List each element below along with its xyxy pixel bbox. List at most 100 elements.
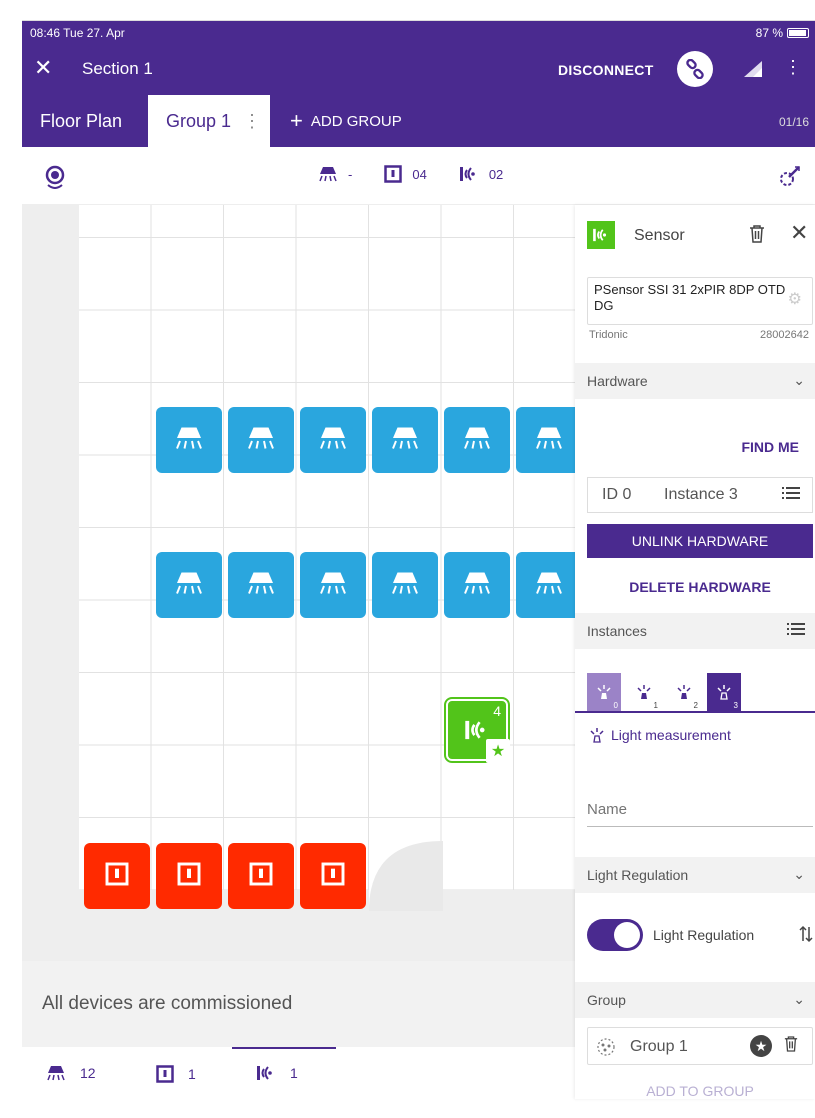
luminaire-tile[interactable] [516,407,575,473]
sensor-icon [257,1066,272,1080]
magic-wand-icon[interactable] [779,165,801,192]
luminaire-tile[interactable] [444,552,510,618]
tab-luminaires[interactable]: 12 [46,1065,96,1081]
star-icon[interactable]: ★ [750,1035,772,1057]
close-panel-icon[interactable]: ✕ [790,221,808,245]
sensor-icon [459,167,475,181]
group-assignment-row[interactable]: Group 1 ★ [587,1027,813,1065]
plus-icon: + [290,108,303,133]
luminaire-icon [319,167,337,182]
light-sensor-icon [637,685,651,699]
add-to-group-button[interactable]: ADD TO GROUP [587,1083,813,1099]
instance-tab-1[interactable]: 1 [627,673,661,711]
luminaire-icon [462,570,492,601]
hardware-id-row[interactable]: ID 0 Instance 3 [587,477,813,513]
luminaire-icon [462,425,492,456]
add-group-button[interactable]: + ADD GROUP [290,95,402,147]
luminaire-tile[interactable] [372,552,438,618]
switch-tile[interactable] [84,843,150,909]
switch-tile[interactable] [156,843,222,909]
sensor-tile[interactable]: 4 ★ [444,697,510,763]
close-icon[interactable]: ✕ [34,55,52,81]
star-icon: ★ [486,739,510,763]
chevron-down-icon: ⌄ [793,866,805,882]
switch-icon [156,1065,174,1083]
luminaire-icon [318,425,348,456]
light-sensor-icon [590,728,604,743]
switch-icon [177,862,201,891]
list-icon[interactable] [782,486,800,505]
instance-tab-3[interactable]: 3 [707,673,741,711]
device-type-tabs: 12 1 1 [22,1047,575,1099]
light-regulation-toggle[interactable] [587,919,643,951]
luminaire-count: - [348,166,353,182]
luminaire-tile[interactable] [228,552,294,618]
location-pin-icon[interactable] [44,165,66,194]
gear-icon[interactable]: ⚙ [788,292,802,308]
article-number: 28002642 [760,329,809,341]
instance-tab-0[interactable]: 0 [587,673,621,711]
floor-plan-canvas[interactable]: 4 ★ [22,205,575,961]
delete-hardware-button[interactable]: DELETE HARDWARE [587,579,813,595]
instance-index: 3 [733,701,738,710]
group-name: Group 1 [630,1038,688,1055]
name-input[interactable] [587,793,813,827]
device-card[interactable]: PSensor SSI 31 2xPIR 8DP OTD DG ⚙ [587,277,813,325]
page-counter: 01/16 [778,115,809,129]
luminaire-tile[interactable] [444,407,510,473]
tab-floor-plan[interactable]: Floor Plan [40,95,122,147]
tab-bar: Floor Plan Group 1 ⋮ + ADD GROUP 01/16 [22,95,815,147]
link-icon[interactable] [677,51,713,87]
instance-index: 2 [693,701,698,710]
trash-icon[interactable] [749,225,765,248]
luminaire-tab-count: 12 [80,1065,96,1081]
manufacturer: Tridonic [589,329,628,341]
switch-icon [384,165,403,183]
switch-tile[interactable] [228,843,294,909]
tab-switches[interactable]: 1 [156,1065,196,1083]
switch-tile[interactable] [300,843,366,909]
tab-sensors[interactable]: 1 [232,1047,336,1081]
disconnect-button[interactable]: DISCONNECT [558,62,654,78]
group-options-icon[interactable]: ⋮ [243,111,261,132]
floor-grid [79,205,575,890]
sort-icon[interactable] [799,925,813,948]
luminaire-tile[interactable] [156,407,222,473]
tab-group-1[interactable]: Group 1 ⋮ [148,95,270,147]
luminaire-tile[interactable] [516,552,575,618]
switch-icon [321,862,345,891]
luminaire-tile[interactable] [300,552,366,618]
luminaire-icon [246,425,276,456]
unlink-hardware-button[interactable]: UNLINK HARDWARE [587,524,813,558]
light-sensor-icon [677,685,691,699]
instance-tabs: 0 1 2 3 [587,673,741,711]
luminaire-icon [318,570,348,601]
sensor-tab-count: 1 [290,1065,298,1081]
luminaire-tile[interactable] [372,407,438,473]
light-sensor-icon [597,685,611,699]
luminaire-tile[interactable] [228,407,294,473]
instance-index: 0 [613,701,618,710]
sensor-tile-number: 4 [493,703,501,719]
signal-icon [744,61,762,82]
hardware-instance: Instance 3 [664,486,738,503]
status-bar: 08:46 Tue 27. Apr 87 % [22,21,815,43]
luminaire-tile[interactable] [156,552,222,618]
sensor-detail-panel: Sensor ✕ PSensor SSI 31 2xPIR 8DP OTD DG… [575,205,815,1099]
find-me-button[interactable]: FIND ME [741,439,799,455]
trash-icon[interactable] [784,1036,798,1057]
group-section-label: Group [587,992,626,1008]
instance-tab-2[interactable]: 2 [667,673,701,711]
group-section-header[interactable]: Group ⌄ [575,982,815,1018]
instance-tab-underline [575,711,815,713]
luminaire-tile[interactable] [300,407,366,473]
switch-icon [249,862,273,891]
light-regulation-section-header[interactable]: Light Regulation ⌄ [575,857,815,893]
clock: 08:46 Tue 27. Apr [30,26,125,40]
panel-title: Sensor [634,227,685,244]
list-icon[interactable] [787,622,805,639]
summary-bar: - 04 02 [22,147,815,205]
hardware-section-header[interactable]: Hardware ⌄ [575,363,815,399]
hardware-section-label: Hardware [587,373,648,389]
more-menu-icon[interactable]: ⋮ [784,57,802,77]
